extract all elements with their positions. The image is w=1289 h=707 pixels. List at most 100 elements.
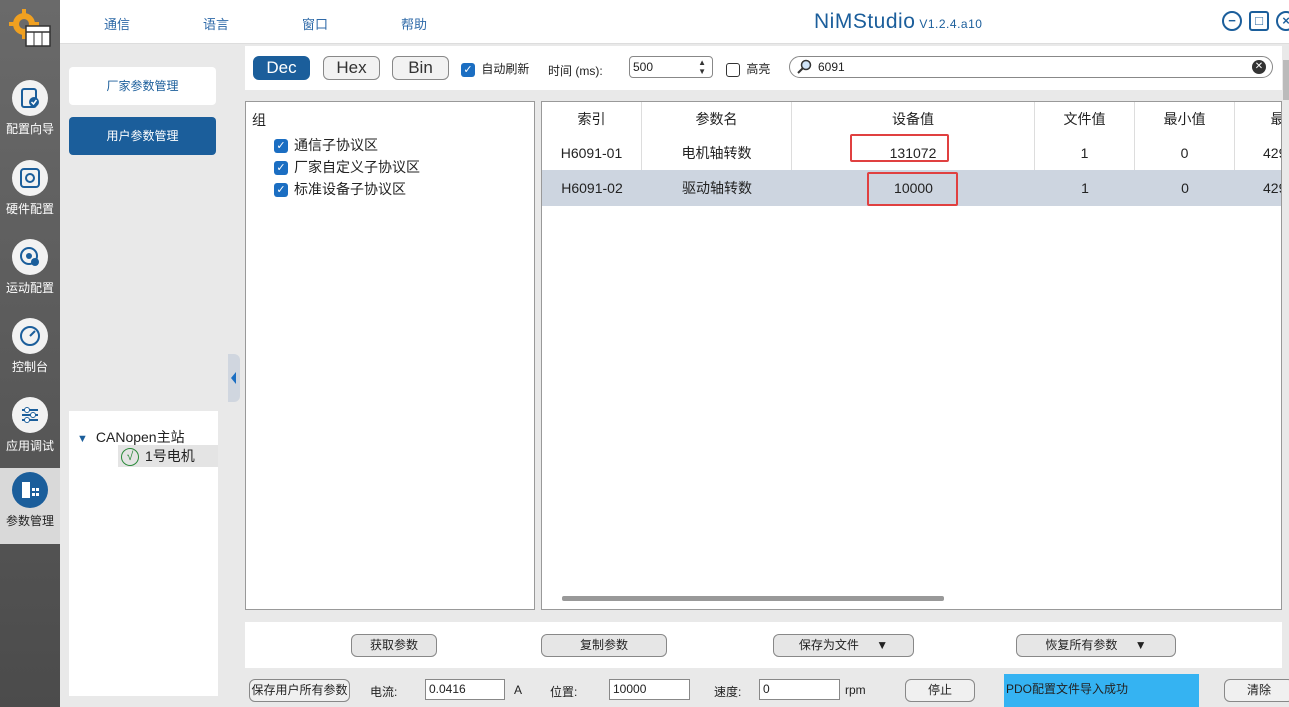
motion-icon [12, 239, 48, 275]
time-spinbox[interactable]: 500 ▲ ▼ [629, 56, 713, 78]
restore-all-button[interactable]: 恢复所有参数 ▼ [1016, 634, 1176, 657]
column-header-min[interactable]: 最小值 [1135, 102, 1235, 136]
params-icon [12, 472, 48, 508]
group-panel: 组 ✓ 通信子协议区 ✓ 厂家自定义子协议区 ✓ 标准设备子协议区 [245, 101, 535, 610]
close-button[interactable]: × [1276, 11, 1289, 31]
rail-console[interactable]: 控制台 [0, 314, 60, 392]
table-cell[interactable]: 0 [1135, 170, 1235, 206]
position-label: 位置: [550, 685, 578, 699]
app-name: NiMStudio [814, 10, 916, 33]
action-bar: 获取参数 复制参数 保存为文件 ▼ 恢复所有参数 ▼ [245, 622, 1282, 668]
tree-node-motor1[interactable]: √ 1号电机 [118, 445, 218, 467]
checkbox-checked-icon[interactable]: ✓ [461, 62, 475, 77]
sliders-icon [12, 397, 48, 433]
menu-help[interactable]: 帮助 [401, 14, 427, 33]
checkbox-checked-icon[interactable]: ✓ [274, 183, 288, 198]
table-cell[interactable]: 42949 [1235, 170, 1281, 206]
param-table: 索引 参数名 设备值 文件值 最小值 最大 H6091-01 电机轴转数 131… [541, 101, 1282, 610]
left-rail: 配置向导 硬件配置 运动配置 控制台 应用调试 参数管理 [0, 0, 60, 707]
collapse-panel-button[interactable] [228, 354, 240, 402]
get-params-button[interactable]: 获取参数 [351, 634, 437, 657]
column-header-max[interactable]: 最大 [1235, 102, 1282, 136]
app-title: NiMStudio V1.2.4.a10 [814, 10, 982, 34]
expand-arrow-icon[interactable]: ▼ [77, 433, 88, 445]
device-tree: ▼ CANopen主站 √ 1号电机 [69, 411, 218, 696]
save-to-file-label: 保存为文件 [798, 638, 859, 652]
sub-navigation: 厂家参数管理 用户参数管理 ▼ CANopen主站 √ 1号电机 [60, 44, 228, 707]
menu-language[interactable]: 语言 [203, 14, 229, 33]
menu-communication[interactable]: 通信 [104, 14, 130, 33]
group-item-vendor[interactable]: ✓ 厂家自定义子协议区 [274, 157, 420, 177]
minimize-button[interactable]: − [1222, 11, 1242, 31]
spin-arrows-icon[interactable]: ▲ ▼ [698, 58, 706, 76]
current-field[interactable]: 0.0416 [425, 679, 505, 700]
column-header-device-value[interactable]: 设备值 [792, 102, 1035, 136]
search-input[interactable]: 6091 [818, 60, 845, 74]
current-label: 电流: [370, 685, 398, 699]
table-cell[interactable]: 0 [1135, 136, 1235, 170]
rail-label: 运动配置 [5, 281, 54, 295]
table-cell[interactable]: 1 [1035, 170, 1135, 206]
rail-param-manage[interactable]: 参数管理 [0, 468, 60, 544]
checkbox-unchecked-icon[interactable] [726, 62, 740, 77]
group-item-standard[interactable]: ✓ 标准设备子协议区 [274, 179, 406, 199]
stop-button[interactable]: 停止 [905, 679, 975, 702]
search-icon [797, 59, 813, 78]
speed-field[interactable]: 0 [759, 679, 840, 700]
table-cell[interactable]: 电机轴转数 [642, 136, 792, 170]
vertical-scroll-edge [1283, 60, 1289, 100]
hex-button[interactable]: Hex [323, 56, 380, 80]
horizontal-scrollbar[interactable] [562, 596, 944, 601]
rail-config-wizard[interactable]: 配置向导 [0, 76, 60, 154]
vendor-params-button[interactable]: 厂家参数管理 [69, 67, 216, 105]
time-value: 500 [633, 60, 654, 74]
group-item-comm[interactable]: ✓ 通信子协议区 [274, 135, 378, 155]
rail-label: 硬件配置 [5, 202, 54, 216]
maximize-button[interactable]: □ [1249, 11, 1269, 31]
time-label: 时间 (ms): [548, 64, 603, 78]
group-item-label: 厂家自定义子协议区 [294, 159, 420, 175]
copy-params-button[interactable]: 复制参数 [541, 634, 667, 657]
highlight-checkbox[interactable]: 高亮 [726, 60, 770, 77]
app-logo-icon [8, 8, 52, 48]
checkbox-checked-icon[interactable]: ✓ [274, 139, 288, 154]
app-version: V1.2.4.a10 [919, 17, 983, 31]
clear-icon[interactable]: ✕ [1252, 60, 1266, 74]
column-header-index[interactable]: 索引 [542, 102, 642, 136]
hardware-icon [12, 160, 48, 196]
checkbox-checked-icon[interactable]: ✓ [274, 161, 288, 176]
table-cell[interactable]: H6091-01 [542, 136, 642, 170]
position-field[interactable]: 10000 [609, 679, 690, 700]
highlight-label: 高亮 [746, 62, 771, 76]
dec-button[interactable]: Dec [253, 56, 310, 80]
table-cell[interactable]: 42949 [1235, 136, 1281, 170]
table-cell[interactable]: 1 [1035, 136, 1135, 170]
group-item-label: 通信子协议区 [294, 137, 378, 153]
column-header-name[interactable]: 参数名 [642, 102, 792, 136]
restore-all-label: 恢复所有参数 [1045, 638, 1118, 652]
column-header-file-value[interactable]: 文件值 [1035, 102, 1135, 136]
wizard-icon [12, 80, 48, 116]
highlight-annotation-box [867, 172, 958, 206]
search-box[interactable]: 6091 ✕ [789, 56, 1273, 78]
clear-button[interactable]: 清除 [1224, 679, 1289, 702]
rail-label: 参数管理 [5, 514, 54, 528]
rail-app-debug[interactable]: 应用调试 [0, 393, 60, 471]
rail-motion-config[interactable]: 运动配置 [0, 235, 60, 313]
menu-window[interactable]: 窗口 [302, 14, 328, 33]
bin-button[interactable]: Bin [392, 56, 449, 80]
group-item-label: 标准设备子协议区 [294, 181, 406, 197]
auto-refresh-checkbox[interactable]: ✓ 自动刷新 [461, 60, 529, 77]
speed-unit: rpm [845, 683, 866, 697]
rail-hardware-config[interactable]: 硬件配置 [0, 156, 60, 234]
dropdown-arrow-icon[interactable]: ▼ [876, 638, 888, 652]
table-cell[interactable]: H6091-02 [542, 170, 642, 206]
group-header: 组 [252, 112, 266, 128]
dropdown-arrow-icon[interactable]: ▼ [1135, 638, 1147, 652]
save-to-file-button[interactable]: 保存为文件 ▼ [773, 634, 914, 657]
tree-root-label: CANopen主站 [95, 429, 185, 445]
tree-root[interactable]: ▼ CANopen主站 [77, 427, 185, 447]
user-params-button[interactable]: 用户参数管理 [69, 117, 216, 155]
table-cell[interactable]: 驱动轴转数 [642, 170, 792, 206]
save-all-user-params-button[interactable]: 保存用户所有参数 [249, 679, 350, 702]
